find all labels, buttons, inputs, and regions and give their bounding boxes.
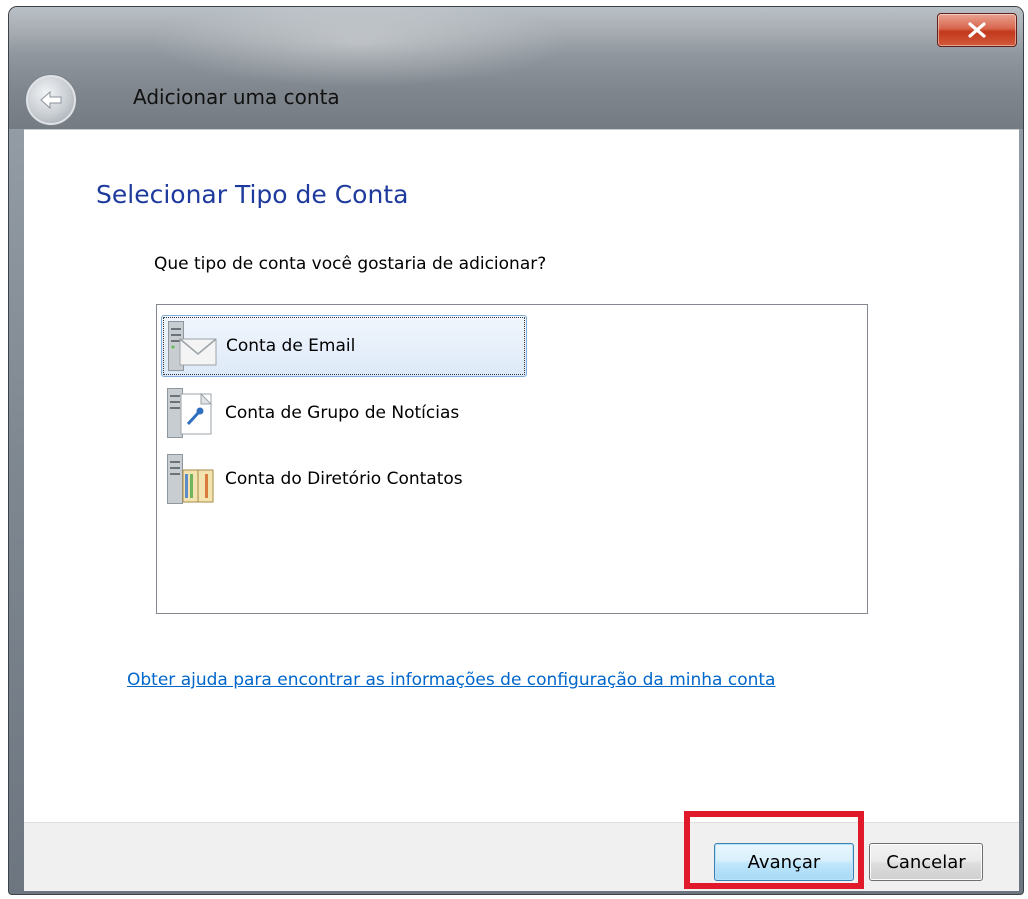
- next-button[interactable]: Avançar: [714, 843, 854, 881]
- server-mail-icon: [162, 317, 220, 375]
- close-button[interactable]: [937, 13, 1017, 47]
- account-type-question: Que tipo de conta você gostaria de adici…: [154, 254, 547, 274]
- wizard-content: Selecionar Tipo de Conta Que tipo de con…: [24, 129, 1019, 891]
- account-type-label: Conta do Diretório Contatos: [225, 469, 463, 489]
- page-heading: Selecionar Tipo de Conta: [96, 180, 409, 209]
- account-type-directory[interactable]: Conta do Diretório Contatos: [161, 448, 527, 510]
- add-account-window: Adicionar uma conta Selecionar Tipo de C…: [8, 6, 1024, 895]
- window-title: Adicionar uma conta: [133, 85, 340, 109]
- button-bar: Avançar Cancelar: [24, 822, 1019, 891]
- account-type-list[interactable]: Conta de Email Conta de Grupo de Notícia…: [156, 304, 868, 614]
- account-type-email[interactable]: Conta de Email: [161, 315, 527, 377]
- close-icon: [968, 22, 986, 38]
- title-bar-sheen: [149, 7, 569, 87]
- config-help-link[interactable]: Obter ajuda para encontrar as informaçõe…: [127, 670, 775, 690]
- cancel-button[interactable]: Cancelar: [869, 843, 983, 881]
- account-type-newsgroup[interactable]: Conta de Grupo de Notícias: [161, 382, 527, 444]
- back-button[interactable]: [26, 75, 76, 125]
- account-type-label: Conta de Grupo de Notícias: [225, 403, 460, 423]
- title-bar: Adicionar uma conta: [9, 7, 1023, 129]
- account-type-label: Conta de Email: [226, 336, 356, 356]
- back-arrow-icon: [40, 90, 62, 110]
- server-news-icon: [161, 384, 219, 442]
- server-directory-icon: [161, 450, 219, 508]
